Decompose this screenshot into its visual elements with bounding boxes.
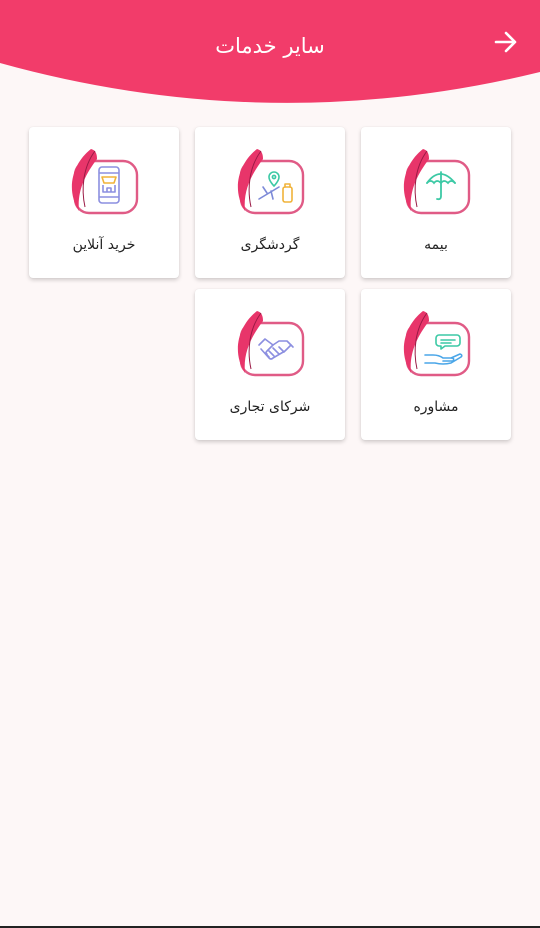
service-card-insurance[interactable]: بیمه [361, 127, 511, 278]
arrow-right-icon [494, 31, 517, 53]
service-card-online-shopping[interactable]: خرید آنلاین [29, 127, 179, 278]
service-label: مشاوره [413, 399, 459, 415]
header-bar: سایر خدمات [0, 0, 540, 105]
shop-icon [71, 149, 139, 215]
handshake-icon [237, 311, 305, 377]
service-label: بیمه [424, 237, 448, 253]
service-card-business-partners[interactable]: شرکای تجاری [195, 289, 345, 440]
service-label: خرید آنلاین [72, 237, 136, 253]
consulting-icon [403, 311, 471, 377]
travel-icon [237, 149, 305, 215]
service-label: گردشگری [240, 237, 300, 253]
service-card-tourism[interactable]: گردشگری [195, 127, 345, 278]
back-button[interactable] [490, 26, 522, 58]
umbrella-icon [403, 149, 471, 215]
page-title: سایر خدمات [215, 34, 325, 58]
services-grid: بیمه گردشگری خرید آنلاین مشاوره شرکای تج… [29, 127, 511, 440]
service-label: شرکای تجاری [229, 399, 311, 415]
service-card-consulting[interactable]: مشاوره [361, 289, 511, 440]
